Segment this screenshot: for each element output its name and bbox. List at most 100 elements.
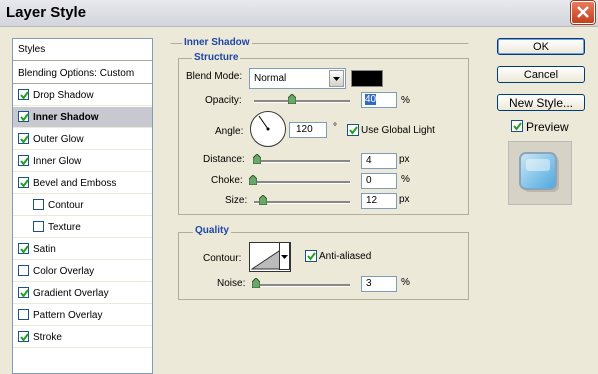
- opacity-input[interactable]: 40: [361, 92, 397, 108]
- style-item-checkbox[interactable]: [18, 265, 29, 276]
- anti-aliased-label: Anti-aliased: [319, 251, 372, 262]
- angle-dial[interactable]: [250, 111, 286, 147]
- opacity-slider-track[interactable]: [254, 100, 350, 103]
- choke-input[interactable]: 0: [361, 173, 397, 189]
- angle-needle-icon: [258, 115, 270, 131]
- style-item-inner-glow[interactable]: Inner Glow: [13, 151, 152, 172]
- style-item-label: Drop Shadow: [33, 90, 94, 101]
- style-item-checkbox[interactable]: [18, 133, 29, 144]
- style-item-label: Inner Glow: [33, 156, 82, 167]
- preview-checkbox[interactable]: [511, 120, 523, 132]
- style-item-stroke[interactable]: Stroke: [13, 327, 152, 348]
- style-preview-thumbnail: [508, 141, 572, 205]
- style-item-checkbox[interactable]: [33, 221, 44, 232]
- checkmark-icon: [20, 333, 29, 342]
- size-label: Size:: [225, 195, 248, 206]
- contour-dropdown-button[interactable]: [279, 242, 290, 270]
- size-input[interactable]: 12: [361, 193, 397, 209]
- distance-input[interactable]: 4: [361, 153, 397, 169]
- noise-slider-track[interactable]: [254, 284, 350, 287]
- distance-label: Distance:: [203, 154, 245, 165]
- style-item-color-overlay[interactable]: Color Overlay: [13, 261, 152, 282]
- checkmark-icon: [20, 179, 29, 188]
- use-global-light-checkbox[interactable]: [347, 124, 359, 136]
- angle-input[interactable]: 120: [289, 122, 327, 138]
- checkmark-icon: [20, 289, 29, 298]
- checkmark-icon: [20, 245, 29, 254]
- style-item-label: Texture: [48, 222, 81, 233]
- style-item-outer-glow[interactable]: Outer Glow: [13, 129, 152, 150]
- shadow-color-swatch[interactable]: [351, 70, 383, 87]
- blend-mode-select[interactable]: Normal: [249, 68, 346, 89]
- checkmark-icon: [20, 157, 29, 166]
- size-slider-thumb[interactable]: [259, 195, 267, 205]
- style-item-checkbox[interactable]: [18, 177, 29, 188]
- use-global-light-label: Use Global Light: [361, 125, 435, 136]
- style-item-contour[interactable]: Contour: [13, 195, 152, 216]
- close-button[interactable]: [571, 1, 595, 24]
- style-item-label: Satin: [33, 244, 56, 255]
- preview-swatch-icon: [519, 152, 559, 192]
- opacity-slider-thumb[interactable]: [288, 94, 296, 104]
- style-item-label: Inner Shadow: [33, 112, 99, 123]
- style-item-checkbox[interactable]: [18, 287, 29, 298]
- angle-label: Angle:: [215, 126, 244, 137]
- quality-title: Quality: [193, 225, 231, 236]
- noise-input[interactable]: 3: [361, 276, 397, 292]
- style-item-satin[interactable]: Satin: [13, 239, 152, 260]
- style-item-drop-shadow[interactable]: Drop Shadow: [13, 85, 152, 106]
- checkmark-icon: [349, 126, 358, 135]
- noise-label: Noise:: [217, 278, 246, 289]
- style-item-inner-shadow[interactable]: Inner Shadow: [13, 107, 152, 128]
- distance-slider-track[interactable]: [254, 160, 350, 163]
- styles-header[interactable]: Styles: [13, 39, 152, 61]
- choke-unit: %: [401, 174, 410, 185]
- style-item-checkbox[interactable]: [18, 111, 29, 122]
- style-item-pattern-overlay[interactable]: Pattern Overlay: [13, 305, 152, 326]
- choke-slider-track[interactable]: [254, 181, 350, 184]
- style-item-label: Pattern Overlay: [33, 310, 103, 321]
- window-title: Layer Style: [6, 4, 87, 21]
- cancel-button[interactable]: Cancel: [497, 66, 585, 83]
- style-item-checkbox[interactable]: [18, 243, 29, 254]
- style-item-label: Bevel and Emboss: [33, 178, 117, 189]
- style-item-checkbox[interactable]: [18, 331, 29, 342]
- size-slider-track[interactable]: [254, 201, 350, 204]
- checkmark-icon: [20, 135, 29, 144]
- choke-label: Choke:: [211, 175, 243, 186]
- close-icon: [577, 6, 589, 18]
- style-item-bevel-and-emboss[interactable]: Bevel and Emboss: [13, 173, 152, 194]
- style-item-checkbox[interactable]: [18, 155, 29, 166]
- ok-button[interactable]: OK: [497, 38, 585, 55]
- structure-title: Structure: [192, 52, 241, 63]
- noise-slider-thumb[interactable]: [252, 278, 260, 288]
- blend-mode-dropdown-button[interactable]: [329, 70, 344, 87]
- dropdown-arrow-icon: [281, 255, 288, 259]
- distance-slider-thumb[interactable]: [253, 154, 261, 164]
- style-item-checkbox[interactable]: [18, 309, 29, 320]
- blend-mode-value: Normal: [254, 73, 287, 84]
- styles-list: Styles Blending Options: Custom Drop Sha…: [12, 38, 153, 374]
- choke-slider-thumb[interactable]: [249, 175, 257, 185]
- checkmark-icon: [20, 91, 29, 100]
- inner-shadow-title: Inner Shadow: [182, 37, 252, 48]
- opacity-label: Opacity:: [205, 95, 242, 106]
- style-item-label: Color Overlay: [33, 266, 95, 277]
- anti-aliased-checkbox[interactable]: [305, 250, 317, 262]
- checkmark-icon: [513, 122, 522, 131]
- dropdown-arrow-icon: [333, 77, 340, 81]
- blending-options-item[interactable]: Blending Options: Custom: [13, 63, 152, 84]
- quality-group: [178, 232, 469, 300]
- opacity-unit: %: [401, 95, 410, 106]
- checkmark-icon: [20, 113, 29, 122]
- style-item-label: Gradient Overlay: [33, 288, 109, 299]
- distance-unit: px: [399, 154, 410, 165]
- preview-label: Preview: [526, 120, 569, 134]
- style-item-gradient-overlay[interactable]: Gradient Overlay: [13, 283, 152, 304]
- style-item-checkbox[interactable]: [33, 199, 44, 210]
- style-item-label: Outer Glow: [33, 134, 84, 145]
- style-item-texture[interactable]: Texture: [13, 217, 152, 238]
- style-item-checkbox[interactable]: [18, 89, 29, 100]
- style-item-label: Contour: [48, 200, 84, 211]
- new-style-button[interactable]: New Style...: [497, 94, 585, 111]
